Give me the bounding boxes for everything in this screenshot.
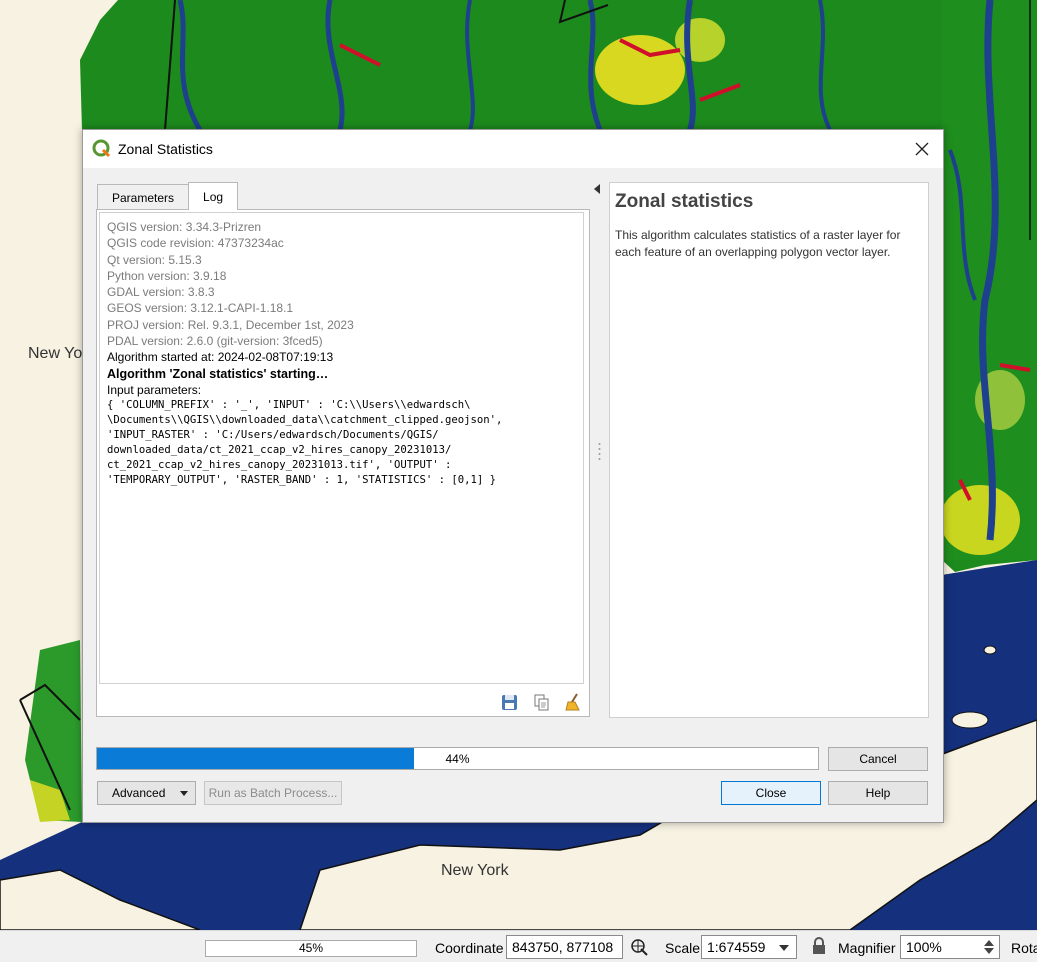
log-line: GEOS version: 3.12.1-CAPI-1.18.1 bbox=[107, 301, 294, 316]
dialog-titlebar[interactable]: Zonal Statistics bbox=[83, 130, 943, 168]
progress-label: 44% bbox=[445, 752, 470, 766]
log-line: Python version: 3.9.18 bbox=[107, 268, 227, 283]
log-panel: QGIS version: 3.34.3-Prizren QGIS code r… bbox=[96, 209, 590, 717]
rotation-label: Rota bbox=[1011, 940, 1037, 956]
log-param-line: 'INPUT_RASTER' : 'C:/Users/edwardsch/Doc… bbox=[107, 429, 439, 442]
log-line: Qt version: 5.15.3 bbox=[107, 252, 202, 267]
magnifier-label: Magnifier bbox=[838, 940, 896, 956]
tab-parameters[interactable]: Parameters bbox=[97, 184, 190, 210]
copy-log-icon[interactable] bbox=[531, 692, 551, 712]
scale-label: Scale bbox=[665, 940, 701, 956]
coordinate-field[interactable]: 843750, 877108 bbox=[506, 935, 623, 959]
log-toolbar bbox=[499, 692, 583, 712]
magnifier-spinbox[interactable]: 100% bbox=[900, 935, 1000, 959]
log-line: QGIS version: 3.34.3-Prizren bbox=[107, 220, 262, 234]
splitter-handle[interactable] bbox=[598, 442, 601, 460]
dialog-title: Zonal Statistics bbox=[118, 141, 213, 157]
advanced-dropdown-button[interactable]: Advanced bbox=[97, 781, 196, 805]
scale-value: 1:674559 bbox=[707, 939, 766, 955]
close-button[interactable]: Close bbox=[721, 781, 821, 805]
collapse-help-arrow-icon[interactable] bbox=[593, 184, 601, 194]
dialog-tabs: Parameters Log bbox=[97, 182, 239, 210]
algorithm-progress-bar: 44% bbox=[96, 747, 819, 770]
log-line: QGIS code revision: 47373234ac bbox=[107, 236, 284, 251]
tab-log[interactable]: Log bbox=[188, 182, 239, 210]
log-starting: Algorithm 'Zonal statistics' starting… bbox=[107, 366, 329, 381]
coordinate-label: Coordinate bbox=[435, 940, 504, 956]
run-batch-button[interactable]: Run as Batch Process... bbox=[204, 781, 342, 805]
map-label-newyork-partial: New Yo bbox=[28, 345, 83, 362]
log-param-line: 'TEMPORARY_OUTPUT', 'RASTER_BAND' : 1, '… bbox=[107, 474, 497, 487]
help-button[interactable]: Help bbox=[828, 781, 928, 805]
spinner-arrows-icon[interactable] bbox=[984, 940, 994, 954]
log-line: PDAL version: 2.6.0 (git-version: 3fced5… bbox=[107, 334, 323, 349]
scale-combo[interactable]: 1:674559 bbox=[701, 935, 797, 959]
lock-icon[interactable] bbox=[812, 937, 826, 955]
help-body: This algorithm calculates statistics of … bbox=[615, 228, 901, 259]
log-line: PROJ version: Rel. 9.3.1, December 1st, … bbox=[107, 317, 354, 332]
log-started: Algorithm started at: 2024-02-08T07:19:1… bbox=[107, 350, 334, 365]
help-panel: Zonal statistics This algorithm calculat… bbox=[609, 182, 929, 718]
map-label-newyork: New York bbox=[441, 862, 509, 879]
status-progress-bar: 45% bbox=[205, 940, 417, 957]
zonal-statistics-dialog: Zonal Statistics Parameters Log QGIS ver… bbox=[82, 129, 944, 823]
log-line: GDAL version: 3.8.3 bbox=[107, 285, 215, 300]
log-param-line: ct_2021_ccap_v2_hires_canopy_20231013.ti… bbox=[107, 459, 452, 472]
magnifier-value: 100% bbox=[906, 939, 942, 955]
log-param-line: downloaded_data/ct_2021_ccap_v2_hires_ca… bbox=[107, 444, 452, 457]
chevron-down-icon bbox=[180, 791, 188, 796]
cancel-button[interactable]: Cancel bbox=[828, 747, 928, 771]
save-log-icon[interactable] bbox=[499, 692, 519, 712]
advanced-label: Advanced bbox=[112, 786, 166, 800]
status-bar: 45% Coordinate 843750, 877108 Scale 1:67… bbox=[0, 930, 1037, 962]
help-title: Zonal statistics bbox=[615, 191, 754, 212]
log-param-line: \Documents\\QGIS\\downloaded_data\\catch… bbox=[107, 414, 503, 427]
log-text-area[interactable]: QGIS version: 3.34.3-Prizren QGIS code r… bbox=[99, 212, 584, 684]
log-input-header: Input parameters: bbox=[107, 382, 202, 397]
clear-log-broom-icon[interactable] bbox=[563, 692, 583, 712]
mouse-toggle-icon[interactable] bbox=[629, 937, 649, 957]
log-param-line: { 'COLUMN_PREFIX' : '_', 'INPUT' : 'C:\\… bbox=[107, 399, 471, 412]
chevron-down-icon[interactable] bbox=[779, 945, 789, 951]
qgis-logo-icon bbox=[92, 139, 111, 158]
close-icon[interactable] bbox=[911, 138, 933, 160]
